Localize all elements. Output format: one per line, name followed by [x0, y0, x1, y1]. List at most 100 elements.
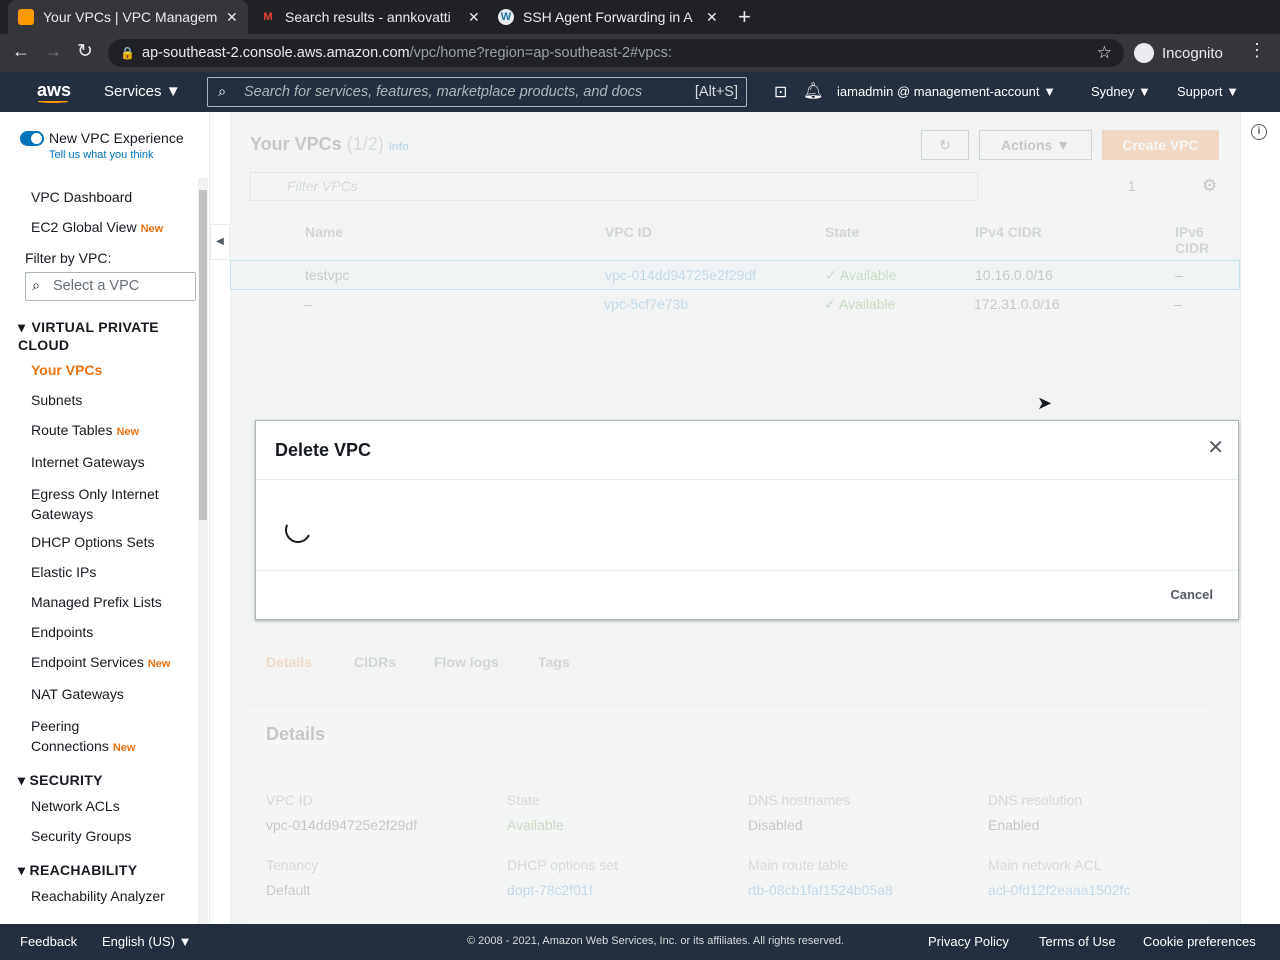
- tab-details[interactable]: Details: [266, 654, 312, 670]
- incognito-badge[interactable]: Incognito: [1134, 39, 1223, 67]
- menu-icon[interactable]: ⋮: [1248, 40, 1266, 61]
- url-field[interactable]: 🔒 ap-southeast-2.console.aws.amazon.com/…: [108, 39, 1124, 67]
- feedback-link[interactable]: Feedback: [20, 934, 77, 949]
- section-label: REACHABILITY: [29, 862, 138, 878]
- detail-value[interactable]: rtb-08cb1faf1524b05a8: [748, 882, 893, 898]
- tab-tags[interactable]: Tags: [538, 654, 570, 670]
- sidebar-item-ec2-global-view[interactable]: EC2 Global View New: [31, 219, 163, 235]
- column-header[interactable]: Name: [305, 224, 343, 240]
- sidebar-item-network-acls[interactable]: Network ACLs: [31, 798, 120, 814]
- support-menu[interactable]: Support ▼: [1177, 84, 1239, 99]
- detail-value[interactable]: dopt-78c2f01f: [507, 882, 593, 898]
- sidebar-item-elastic-ips[interactable]: Elastic IPs: [31, 564, 96, 580]
- sidebar-item-nat-gateways[interactable]: NAT Gateways: [31, 686, 124, 702]
- sidebar-item-internet-gateways[interactable]: Internet Gateways: [31, 454, 145, 470]
- browser-tab-ssh[interactable]: W SSH Agent Forwarding in A ✕: [488, 0, 728, 34]
- cell-vpc-id[interactable]: vpc-014dd94725e2f29df: [605, 267, 756, 283]
- sidebar-item-vpc-dashboard[interactable]: VPC Dashboard: [31, 189, 132, 205]
- detail-value: vpc-014dd94725e2f29df: [266, 817, 418, 833]
- item-label: Peering Connections: [31, 718, 109, 754]
- toggle-label: New VPC Experience: [49, 130, 184, 146]
- create-vpc-button[interactable]: Create VPC: [1102, 130, 1219, 160]
- browser-tab-vpcs[interactable]: Your VPCs | VPC Manageme ✕: [8, 0, 248, 34]
- info-link[interactable]: Info: [389, 141, 409, 153]
- actions-label: Actions: [1000, 137, 1053, 153]
- privacy-link[interactable]: Privacy Policy: [928, 934, 1009, 949]
- tab-flow-logs[interactable]: Flow logs: [434, 654, 499, 670]
- url-host: ap-southeast-2.console.aws.amazon.com: [142, 45, 410, 61]
- lock-icon: 🔒: [120, 46, 135, 60]
- cell-ipv6: –: [1175, 267, 1183, 283]
- account-menu[interactable]: iamadmin @ management-account ▼: [837, 84, 1056, 99]
- region-menu[interactable]: Sydney ▼: [1091, 84, 1151, 99]
- sidebar-item-egress-only-gateways[interactable]: Egress Only Internet Gateways: [31, 484, 191, 524]
- detail-value[interactable]: acl-0fd12f2eaaa1502fc: [988, 882, 1130, 898]
- close-icon[interactable]: ✕: [1207, 435, 1224, 460]
- sidebar-item-prefix-lists[interactable]: Managed Prefix Lists: [31, 594, 162, 610]
- info-icon[interactable]: i: [1251, 124, 1267, 140]
- close-tab-icon[interactable]: ✕: [706, 9, 718, 26]
- back-icon[interactable]: ←: [12, 41, 30, 62]
- column-header[interactable]: State: [825, 224, 859, 240]
- sidebar-item-route-tables[interactable]: Route Tables New: [31, 422, 139, 438]
- column-header[interactable]: IPv4 CIDR: [975, 224, 1042, 240]
- feedback-link[interactable]: Tell us what you think: [49, 149, 154, 161]
- sidebar-item-dhcp-options[interactable]: DHCP Options Sets: [31, 534, 154, 550]
- section-label: VIRTUAL PRIVATE CLOUD: [18, 319, 159, 353]
- aws-logo[interactable]: aws: [37, 80, 71, 101]
- section-vpc[interactable]: ▾ VIRTUAL PRIVATE CLOUD: [18, 318, 188, 354]
- section-security[interactable]: ▾ SECURITY: [18, 772, 103, 789]
- vpc-filter-select[interactable]: ⌕ Select a VPC: [25, 272, 196, 301]
- region-label: Sydney: [1091, 84, 1135, 99]
- cell-name: testvpc: [305, 267, 350, 283]
- language-select[interactable]: English (US) ▼: [102, 934, 191, 949]
- details-title: Details: [266, 724, 326, 744]
- sidebar-item-endpoints[interactable]: Endpoints: [31, 624, 93, 640]
- sidebar-item-subnets[interactable]: Subnets: [31, 392, 82, 408]
- sidebar-item-your-vpcs[interactable]: Your VPCs: [31, 362, 102, 378]
- incognito-icon: [1134, 43, 1154, 63]
- cookies-link[interactable]: Cookie preferences: [1143, 934, 1256, 949]
- tab-title: Search results - annkovatti: [285, 9, 451, 25]
- item-label: EC2 Global View: [31, 219, 137, 235]
- refresh-button[interactable]: ↻: [921, 130, 969, 160]
- page-number[interactable]: 1: [1128, 178, 1136, 194]
- filter-label: Filter by VPC:: [25, 250, 112, 266]
- sidebar-item-endpoint-services[interactable]: Endpoint Services New: [31, 654, 170, 670]
- services-menu[interactable]: Services ▼: [104, 83, 181, 100]
- filter-vpcs-input[interactable]: Filter VPCs: [250, 172, 978, 201]
- browser-tab-gmail[interactable]: M Search results - annkovatti ✕: [250, 0, 490, 34]
- collapse-sidebar-icon[interactable]: ◀: [210, 224, 230, 260]
- account-label: iamadmin @ management-account: [837, 84, 1040, 99]
- settings-gear-icon[interactable]: ⚙: [1202, 176, 1217, 196]
- tab-title: Your VPCs | VPC Manageme: [43, 9, 218, 25]
- detail-value: Default: [266, 882, 311, 898]
- tab-cidrs[interactable]: CIDRs: [354, 654, 396, 670]
- cancel-button[interactable]: Cancel: [1170, 587, 1213, 602]
- sidebar-item-reachability-analyzer[interactable]: Reachability Analyzer: [31, 888, 165, 904]
- column-header[interactable]: VPC ID: [605, 224, 652, 240]
- bell-icon[interactable]: 🔔︎: [803, 81, 823, 101]
- table-row[interactable]: – vpc-5cf7e73b ✓ Available 172.31.0.0/16…: [230, 290, 1240, 320]
- state-text: Available: [838, 296, 896, 312]
- actions-button[interactable]: Actions ▼: [979, 130, 1092, 160]
- aws-smile-icon: [38, 100, 68, 103]
- new-experience-toggle[interactable]: [20, 131, 44, 146]
- bookmark-star-icon[interactable]: ☆: [1097, 39, 1112, 67]
- section-reachability[interactable]: ▾ REACHABILITY: [18, 862, 137, 879]
- detail-tabs: Details CIDRs Flow logs Tags: [246, 644, 1226, 684]
- sidebar-item-peering[interactable]: Peering Connections New: [31, 716, 161, 758]
- sidebar-item-security-groups[interactable]: Security Groups: [31, 828, 131, 844]
- terms-link[interactable]: Terms of Use: [1039, 934, 1116, 949]
- close-tab-icon[interactable]: ✕: [226, 9, 238, 26]
- forward-icon[interactable]: →: [44, 41, 62, 62]
- close-tab-icon[interactable]: ✕: [468, 9, 480, 26]
- aws-search-input[interactable]: ⌕ Search for services, features, marketp…: [207, 77, 747, 107]
- cell-vpc-id[interactable]: vpc-5cf7e73b: [604, 296, 688, 312]
- table-row[interactable]: testvpc vpc-014dd94725e2f29df ✓ Availabl…: [230, 260, 1240, 290]
- sidebar-scrollbar[interactable]: [198, 178, 208, 924]
- cloudshell-icon[interactable]: ⊡: [774, 82, 787, 102]
- new-tab-icon[interactable]: +: [738, 4, 751, 30]
- reload-icon[interactable]: ↻: [77, 40, 93, 63]
- column-header[interactable]: IPv6 CIDR: [1175, 224, 1240, 256]
